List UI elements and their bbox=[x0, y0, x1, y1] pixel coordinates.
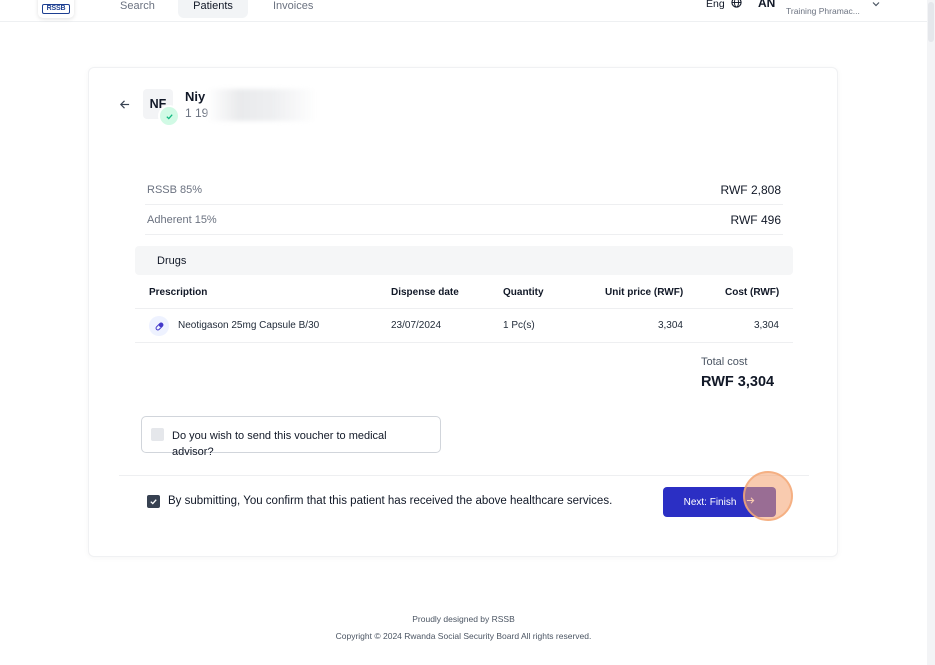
coverage-row: RSSB 85% RWF 2,808 bbox=[145, 175, 783, 205]
medical-advisor-checkbox[interactable] bbox=[151, 428, 164, 441]
coverage-value: RWF 496 bbox=[730, 212, 781, 227]
globe-icon bbox=[731, 0, 742, 11]
coverage-value: RWF 2,808 bbox=[720, 182, 781, 197]
drugs-section-title: Drugs bbox=[135, 246, 793, 275]
tab-invoices[interactable]: Invoices bbox=[259, 0, 327, 18]
coverage-label: RSSB 85% bbox=[147, 183, 203, 196]
redaction-blur bbox=[207, 89, 317, 121]
column-header-prescription: Prescription bbox=[149, 287, 208, 298]
click-indicator bbox=[743, 471, 793, 521]
user-avatar[interactable]: AN bbox=[758, 0, 775, 10]
patient-name: Niy bbox=[185, 89, 206, 104]
unit-price: 3,304 bbox=[657, 320, 683, 331]
arrow-left-icon[interactable] bbox=[119, 97, 130, 115]
page-scrollbar[interactable] bbox=[927, 0, 935, 665]
pill-icon bbox=[149, 316, 169, 336]
total-cost-value: RWF 3,304 bbox=[701, 374, 775, 390]
quantity: 1 Pc(s) bbox=[503, 320, 535, 331]
dispense-date: 23/07/2024 bbox=[391, 320, 442, 331]
voucher-card: NF Niy 1 19 RSSB 85% RWF 2,808 Adherent … bbox=[88, 67, 838, 557]
confirm-checkbox[interactable] bbox=[147, 495, 160, 508]
column-header-quantity: Quantity bbox=[503, 287, 544, 298]
coverage-label: Adherent 15% bbox=[147, 213, 217, 226]
divider bbox=[119, 475, 809, 476]
column-header-dispense-date: Dispense date bbox=[391, 287, 459, 298]
table-divider bbox=[135, 308, 793, 309]
check-icon bbox=[158, 105, 180, 127]
chevron-down-icon[interactable] bbox=[871, 0, 881, 14]
tab-patients[interactable]: Patients bbox=[178, 0, 248, 18]
scrollbar-thumb[interactable] bbox=[928, 2, 934, 42]
tab-search[interactable]: Search bbox=[106, 0, 169, 18]
coverage-row: Adherent 15% RWF 496 bbox=[145, 205, 783, 235]
medical-advisor-option[interactable]: Do you wish to send this voucher to medi… bbox=[141, 416, 441, 458]
user-role: Training Phramac... bbox=[786, 6, 860, 16]
column-header-unit-price: Unit price (RWF) bbox=[605, 287, 684, 298]
patient-id: 1 19 bbox=[185, 106, 209, 120]
table-divider bbox=[135, 342, 793, 343]
footer-copyright: Copyright © 2024 Rwanda Social Security … bbox=[335, 631, 592, 641]
column-header-cost: Cost (RWF) bbox=[725, 287, 780, 298]
next-finish-label: Next: Finish bbox=[683, 496, 737, 508]
footer-credit: Proudly designed by RSSB bbox=[412, 614, 515, 624]
rssb-logo[interactable]: RSSB bbox=[38, 0, 74, 18]
drug-name: Neotigason 25mg Capsule B/30 bbox=[178, 320, 320, 331]
cost: 3,304 bbox=[753, 320, 779, 331]
top-navigation: RSSB Search Patients Invoices Eng AN Tra… bbox=[0, 0, 927, 22]
medical-advisor-question: Do you wish to send this voucher to medi… bbox=[172, 430, 387, 458]
logo-text: RSSB bbox=[42, 4, 70, 14]
confirm-statement: By submitting, You confirm that this pat… bbox=[168, 495, 613, 507]
total-cost-label: Total cost bbox=[701, 356, 748, 368]
language-label: Eng bbox=[706, 0, 725, 10]
language-selector[interactable]: Eng bbox=[706, 0, 742, 11]
